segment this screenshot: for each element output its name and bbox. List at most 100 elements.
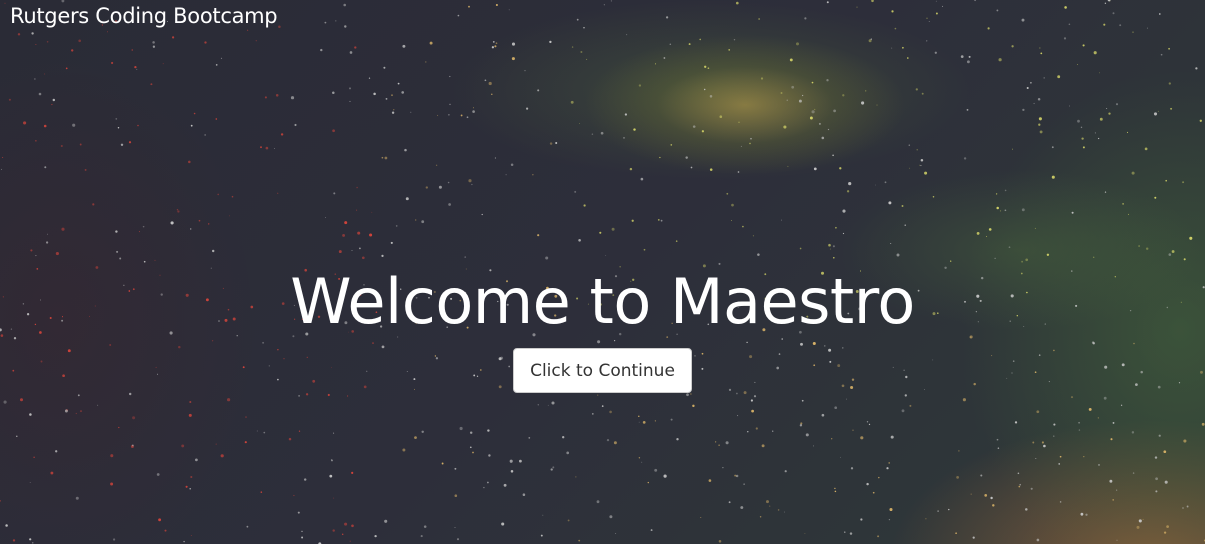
- star: [1122, 203, 1124, 205]
- star: [1131, 431, 1135, 434]
- star: [567, 519, 570, 522]
- star: [79, 143, 82, 146]
- star: [842, 209, 846, 213]
- star: [718, 444, 720, 446]
- star: [1082, 44, 1085, 47]
- star: [492, 41, 495, 43]
- star: [137, 124, 139, 127]
- star: [1019, 483, 1021, 486]
- star: [46, 41, 49, 43]
- star: [278, 25, 281, 28]
- star: [255, 40, 257, 42]
- star: [188, 160, 191, 164]
- star: [547, 404, 549, 406]
- star: [1043, 444, 1046, 448]
- star: [293, 494, 295, 497]
- star: [117, 127, 120, 129]
- star: [540, 534, 543, 537]
- star: [831, 438, 833, 440]
- star: [204, 41, 207, 44]
- star: [638, 84, 642, 87]
- star: [344, 25, 347, 28]
- star: [814, 108, 816, 110]
- star: [924, 171, 928, 175]
- star: [829, 248, 831, 250]
- star: [750, 137, 752, 140]
- star: [414, 436, 417, 439]
- star: [330, 459, 333, 461]
- star: [638, 415, 640, 418]
- star: [349, 51, 353, 54]
- star: [429, 41, 433, 45]
- star: [1078, 421, 1080, 424]
- star: [349, 87, 351, 90]
- star: [524, 70, 526, 72]
- star: [769, 505, 771, 507]
- star: [708, 479, 712, 482]
- star: [675, 240, 678, 242]
- star: [373, 92, 376, 96]
- star: [591, 133, 594, 135]
- star: [777, 509, 780, 511]
- star: [894, 27, 897, 30]
- star: [842, 94, 845, 97]
- star: [35, 44, 37, 45]
- star: [888, 518, 891, 521]
- star: [131, 444, 134, 447]
- star: [935, 0, 937, 2]
- continue-button[interactable]: Click to Continue: [513, 348, 692, 393]
- star: [64, 409, 68, 413]
- star: [421, 220, 425, 224]
- star: [457, 14, 460, 17]
- star: [356, 209, 358, 211]
- star: [1104, 2, 1107, 4]
- star: [338, 250, 342, 254]
- star: [586, 58, 588, 60]
- star: [1021, 208, 1025, 212]
- star: [609, 410, 612, 414]
- star: [193, 112, 196, 115]
- star: [640, 177, 644, 181]
- star: [801, 399, 804, 402]
- star: [832, 154, 834, 157]
- star: [132, 416, 136, 420]
- star: [995, 193, 998, 195]
- star: [1108, 112, 1111, 115]
- star: [828, 243, 831, 247]
- star: [601, 405, 604, 407]
- star: [32, 542, 34, 544]
- star: [818, 122, 821, 125]
- star: [1036, 538, 1040, 542]
- star: [4, 2, 6, 4]
- star: [204, 134, 206, 136]
- star: [860, 436, 864, 440]
- star: [397, 82, 400, 85]
- star: [1053, 423, 1056, 426]
- star: [700, 516, 702, 518]
- star: [120, 143, 124, 147]
- star: [1051, 175, 1055, 179]
- star: [1098, 464, 1100, 466]
- star: [660, 219, 663, 222]
- star: [501, 522, 505, 526]
- star: [1146, 27, 1148, 29]
- star: [942, 5, 944, 7]
- star: [1163, 450, 1167, 454]
- star: [351, 524, 354, 528]
- star: [733, 38, 736, 41]
- star: [305, 393, 309, 396]
- star: [596, 500, 600, 504]
- star: [50, 471, 54, 475]
- star: [657, 219, 660, 221]
- star: [280, 133, 284, 136]
- star: [1183, 258, 1186, 261]
- brand-title[interactable]: Rutgers Coding Bootcamp: [10, 4, 278, 28]
- star: [136, 68, 138, 70]
- star: [1022, 108, 1025, 112]
- page-title: Welcome to Maestro: [290, 265, 915, 338]
- star: [110, 482, 114, 486]
- star: [685, 156, 688, 159]
- star: [158, 518, 162, 522]
- star: [874, 184, 876, 186]
- star: [264, 96, 267, 99]
